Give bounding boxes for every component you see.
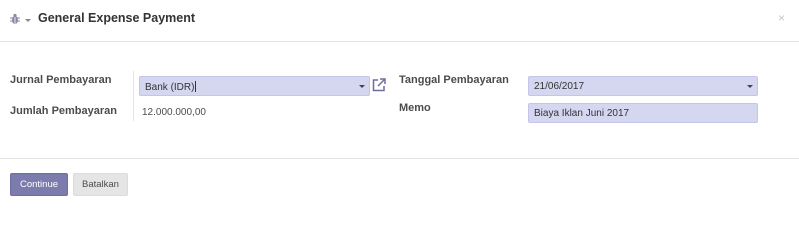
chevron-down-icon[interactable] (25, 19, 31, 22)
close-icon[interactable]: × (778, 11, 785, 25)
journal-value: Bank (IDR) (145, 82, 195, 93)
dialog-title: General Expense Payment (38, 11, 196, 25)
date-label: Tanggal Pembayaran (399, 74, 509, 86)
external-link-icon[interactable] (371, 77, 387, 93)
chevron-down-icon[interactable] (359, 85, 365, 88)
continue-button[interactable]: Continue (10, 173, 68, 196)
dialog-header: General Expense Payment × (0, 0, 799, 42)
memo-field[interactable]: Biaya Iklan Juni 2017 (528, 103, 758, 123)
bug-icon[interactable] (9, 13, 21, 25)
date-field[interactable]: 21/06/2017 (528, 76, 758, 96)
amount-value: 12.000.000,00 (142, 107, 206, 118)
memo-label: Memo (399, 102, 431, 114)
amount-label: Jumlah Pembayaran (10, 105, 117, 117)
journal-label: Jurnal Pembayaran (10, 74, 112, 86)
chevron-down-icon[interactable] (747, 85, 753, 88)
date-value: 21/06/2017 (534, 81, 585, 92)
column-divider (133, 71, 134, 121)
text-cursor (195, 81, 197, 92)
footer-divider (0, 158, 799, 159)
memo-value: Biaya Iklan Juni 2017 (534, 108, 630, 119)
cancel-button[interactable]: Batalkan (73, 173, 128, 196)
journal-select[interactable]: Bank (IDR) (139, 76, 370, 96)
